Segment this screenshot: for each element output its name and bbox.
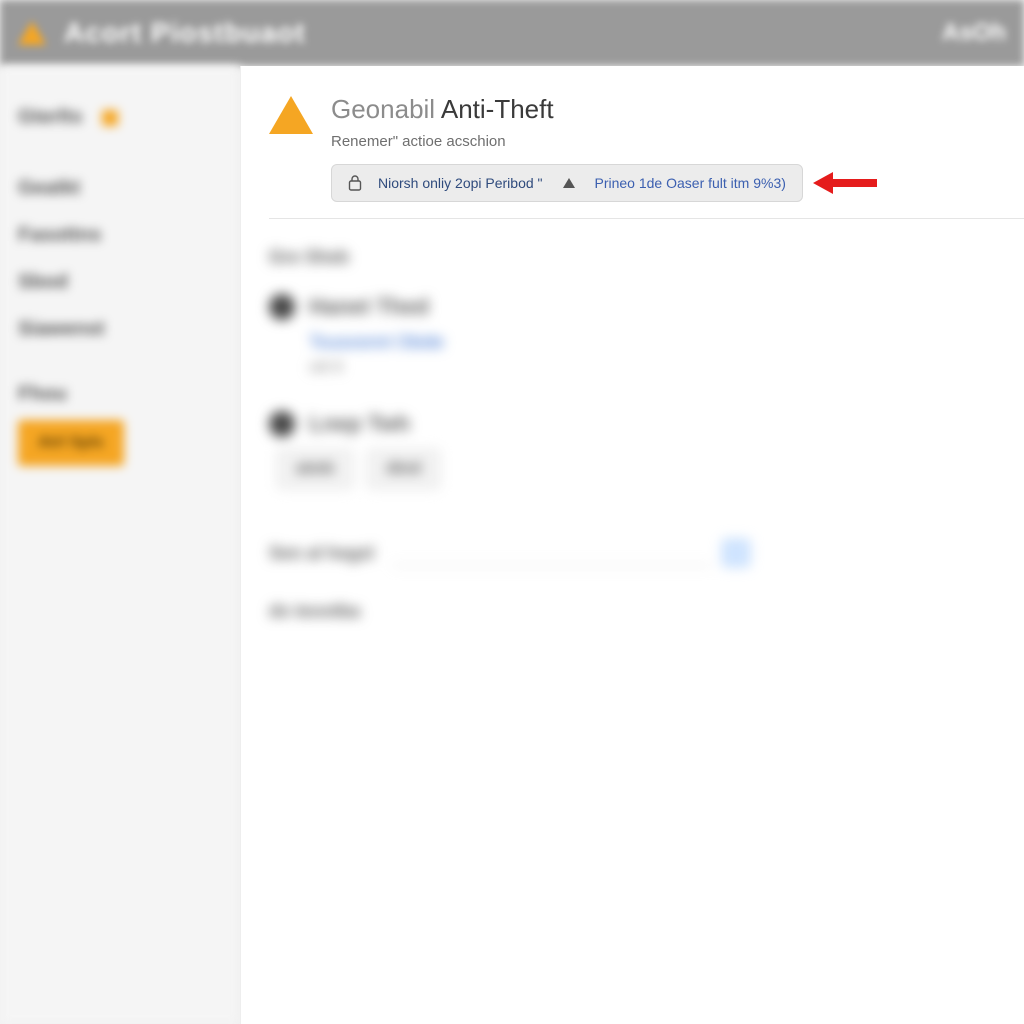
sidebar: Gterlts Geatkt Fasottns Sbod Siawenst Fh… [0, 66, 240, 1024]
sidebar-cta-button[interactable]: Atrl Spls [18, 420, 124, 466]
page-title-light: Geonabil [331, 94, 435, 124]
device-row-1: Hanet Thed [269, 294, 984, 320]
device-name: Hanet Thed [309, 294, 429, 320]
sidebar-item-2[interactable]: Fasottns [18, 212, 221, 259]
action-button-1[interactable]: atmb [277, 449, 353, 489]
annotation-arrow-icon [813, 174, 877, 192]
page-title: Geonabil Anti-Theft [331, 94, 877, 125]
sidebar-item-label: Siawenst [18, 318, 105, 340]
protection-banner[interactable]: Niorsh onliy 2opi Peribod " Prineo 1de O… [331, 164, 803, 202]
device-row-2: Lnep Twh [269, 411, 984, 437]
sidebar-item-0[interactable]: Gterlts [18, 94, 221, 141]
warning-triangle-icon [269, 96, 313, 134]
banner-segment-2: Prineo 1de Oaser fult itm 9%3) [595, 175, 786, 191]
device-name: Lnep Twh [309, 411, 410, 437]
sidebar-item-4[interactable]: Siawenst [18, 306, 221, 353]
banner-segment-1: Niorsh onliy 2opi Peribod " [378, 175, 543, 191]
main-content-blurred: Gre Sheb Hanet Thed Tousosnnt Obide otil… [269, 219, 1024, 622]
footer-label: ds teootba [269, 601, 984, 622]
body-layout: Gterlts Geatkt Fasottns Sbod Siawenst Fh… [0, 66, 1024, 1024]
input-action-icon[interactable] [722, 539, 750, 567]
page-title-strong: Anti-Theft [441, 94, 554, 124]
action-button-2[interactable]: dtnd [367, 449, 440, 489]
sidebar-item-label: Fasottns [18, 224, 101, 246]
triangle-icon [563, 178, 575, 188]
device-sub: otil 8 [309, 359, 984, 377]
sidebar-item-label: Sbod [18, 271, 68, 293]
input-row: Sen al hegsl [269, 539, 984, 567]
page-header: Geonabil Anti-Theft Renemer" actioe acsc… [269, 94, 1024, 202]
main-panel: Geonabil Anti-Theft Renemer" actioe acsc… [240, 66, 1024, 1024]
sidebar-item-label: Geatkt [18, 177, 80, 199]
lock-icon [348, 175, 362, 191]
section-heading: Gre Sheb [269, 247, 984, 268]
sidebar-section-label: Fhou [18, 371, 221, 416]
sidebar-item-3[interactable]: Sbod [18, 259, 221, 306]
header-right-label: AsOh [942, 0, 1006, 66]
app-header: Acort Piostbuaot AsOh [0, 0, 1024, 66]
sidebar-active-badge-icon [102, 110, 118, 126]
sidebar-item-1[interactable]: Geatkt [18, 165, 221, 212]
device-status-icon [269, 411, 295, 437]
page-subtitle: Renemer" actioe acschion [331, 133, 877, 150]
input-label: Sen al hegsl [269, 543, 374, 564]
sidebar-item-label: Gterlts [18, 106, 82, 128]
device-meta[interactable]: Tousosnnt Obide [309, 332, 984, 353]
device-status-icon [269, 294, 295, 320]
warning-triangle-icon [18, 21, 46, 45]
app-title: Acort Piostbuaot [64, 17, 306, 49]
text-input[interactable] [392, 540, 712, 566]
